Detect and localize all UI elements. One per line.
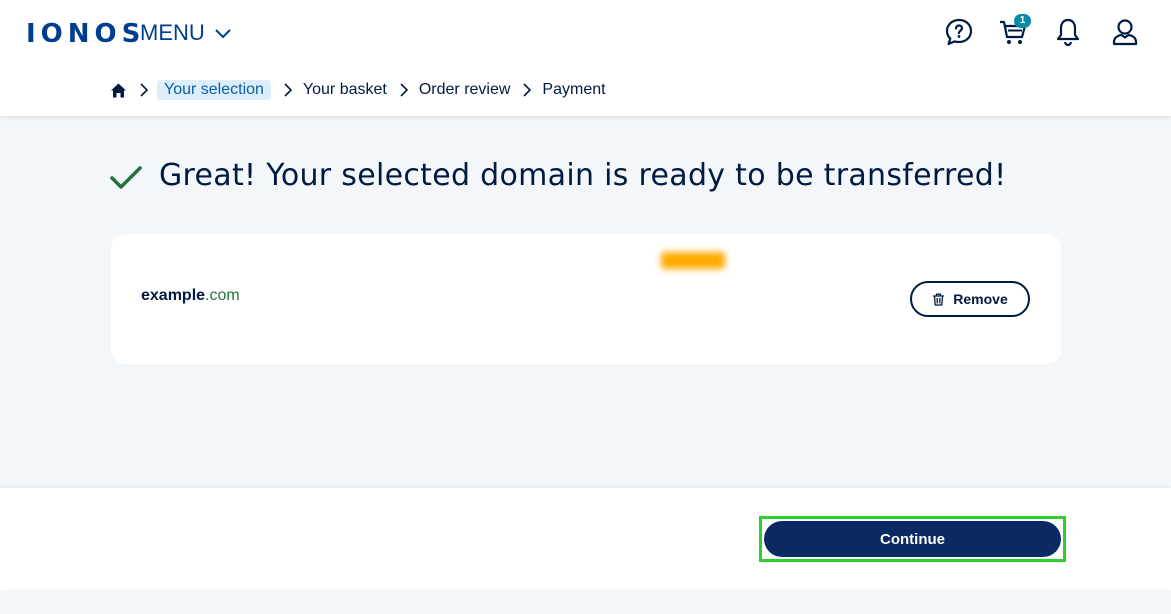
menu-label: MENU [140, 20, 205, 45]
domain-name-sld: example [141, 287, 206, 304]
chevron-right-icon [523, 83, 532, 97]
footer-bar: Continue [0, 488, 1171, 590]
ionos-logo[interactable]: IONOS [26, 19, 145, 49]
remove-button[interactable]: Remove [910, 281, 1030, 317]
help-chat-icon[interactable] [944, 17, 974, 47]
domain-card: example.com ​ ​ ​ ​ ​ Remove [111, 234, 1061, 364]
home-icon[interactable] [110, 82, 127, 99]
breadcrumb-your-basket[interactable]: Your basket [303, 81, 387, 99]
price-offer-badge: ​ [661, 252, 725, 269]
price-vat-note: ​ [661, 305, 735, 317]
checkmark-icon [110, 166, 142, 189]
success-heading: Great! Your selected domain is ready to … [110, 156, 1006, 194]
chevron-right-icon [400, 83, 408, 97]
header: IONOS MENU 1 Your selection Your basket … [0, 0, 1171, 116]
breadcrumb-order-review[interactable]: Order review [419, 81, 511, 99]
bell-icon[interactable] [1053, 17, 1083, 47]
breadcrumb: Your selection Your basket Order review … [110, 78, 606, 102]
chevron-down-icon [215, 29, 231, 39]
breadcrumb-your-selection[interactable]: Your selection [157, 80, 271, 100]
price-block-blurred: ​ ​ ​ ​ ​ [661, 250, 735, 333]
page-title: Great! Your selected domain is ready to … [159, 157, 1007, 193]
price-term-note: ​ [661, 321, 735, 333]
price-main: ​ [661, 275, 735, 301]
remove-button-label: Remove [953, 291, 1008, 307]
domain-name: example.com [141, 287, 240, 305]
chevron-right-icon [140, 83, 149, 97]
user-icon[interactable] [1110, 17, 1140, 47]
breadcrumb-payment[interactable]: Payment [542, 81, 605, 99]
cart-icon[interactable]: 1 [998, 14, 1031, 47]
trash-icon [933, 293, 945, 306]
cart-count-badge: 1 [1014, 14, 1031, 28]
continue-button[interactable]: Continue [764, 521, 1061, 557]
domain-tld: .com [205, 287, 240, 304]
chevron-right-icon [284, 83, 293, 97]
menu-button[interactable]: MENU [140, 20, 233, 46]
